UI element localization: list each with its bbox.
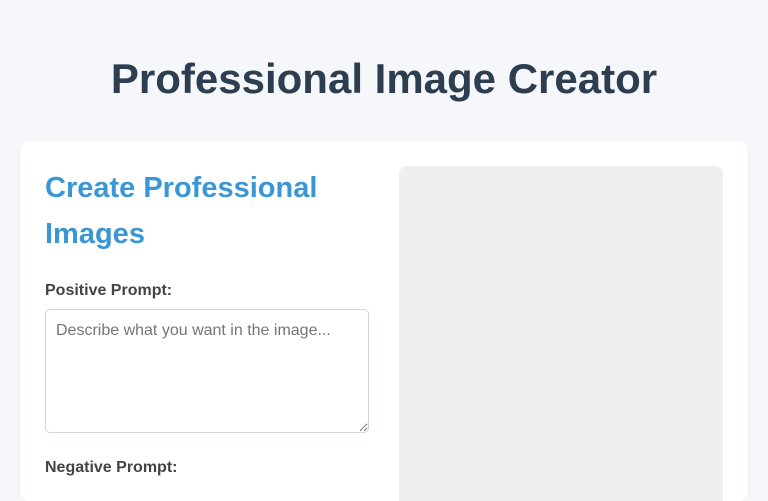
creator-card: Create Professional Images Positive Prom… bbox=[20, 141, 748, 501]
negative-prompt-label: Negative Prompt: bbox=[45, 459, 178, 476]
form-heading: Create Professional Images bbox=[45, 172, 318, 250]
positive-prompt-input[interactable] bbox=[45, 309, 369, 433]
positive-prompt-label: Positive Prompt: bbox=[45, 282, 173, 299]
image-preview-panel bbox=[399, 166, 723, 501]
page-title: Professional Image Creator bbox=[110, 55, 658, 102]
